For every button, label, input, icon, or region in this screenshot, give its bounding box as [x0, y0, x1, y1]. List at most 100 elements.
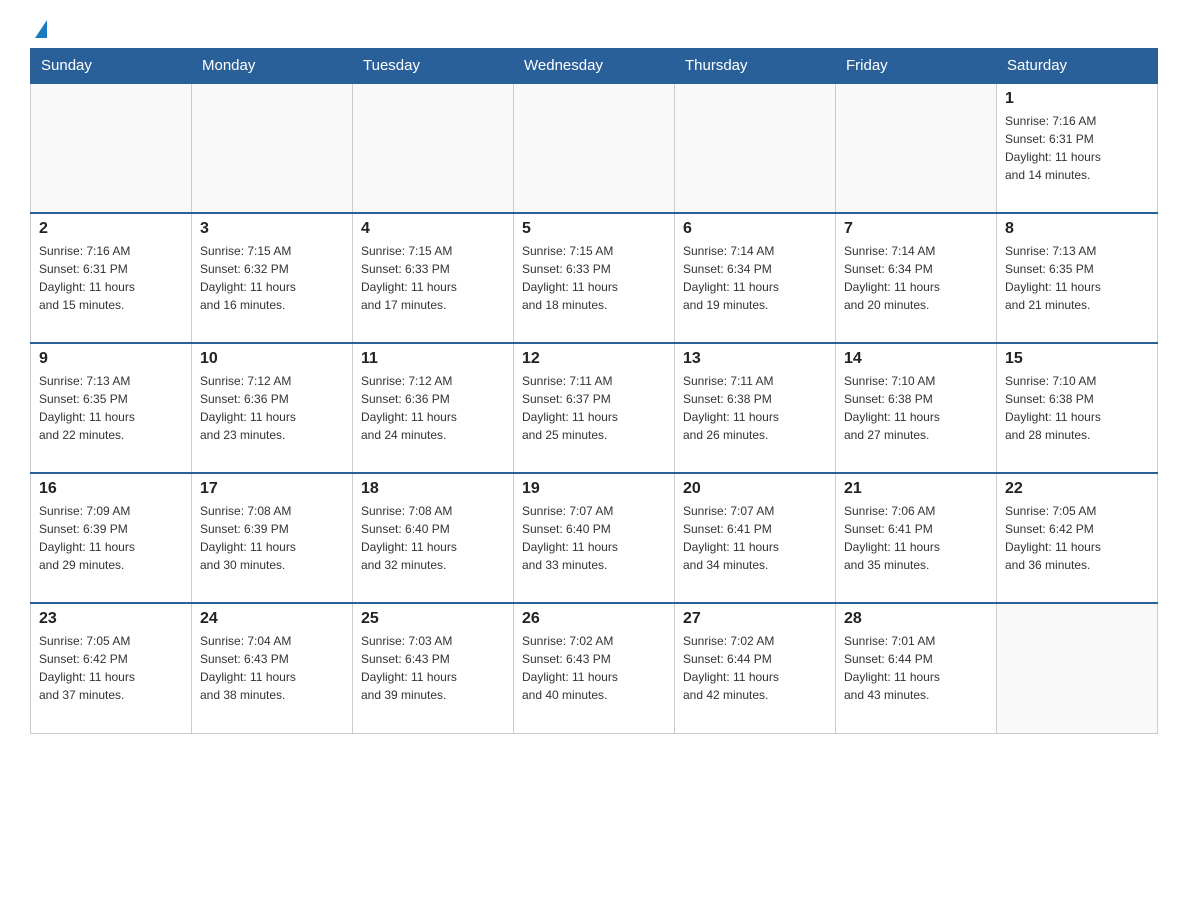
calendar-cell: 25 Sunrise: 7:03 AM Sunset: 6:43 PM Dayli… — [353, 603, 514, 733]
calendar-week-row: 16Sunrise: 7:09 AM Sunset: 6:39 PM Dayli… — [31, 473, 1158, 603]
calendar-cell: 2 Sunrise: 7:16 AM Sunset: 6:31 PM Daylig… — [31, 213, 192, 343]
calendar-cell: 27 Sunrise: 7:02 AM Sunset: 6:44 PM Dayli… — [675, 603, 836, 733]
calendar-cell: 11 Sunrise: 7:12 AM Sunset: 6:36 PM Dayli… — [353, 343, 514, 473]
day-info: Sunrise: 7:04 AM Sunset: 6:43 PM Dayligh… — [200, 632, 344, 704]
calendar-cell: 23 Sunrise: 7:05 AM Sunset: 6:42 PM Dayli… — [31, 603, 192, 733]
calendar-cell: 26 Sunrise: 7:02 AM Sunset: 6:43 PM Dayli… — [514, 603, 675, 733]
day-number: 11 — [361, 350, 505, 368]
calendar-cell — [675, 83, 836, 213]
day-number: 13 — [683, 350, 827, 368]
day-info: Sunrise: 7:15 AM Sunset: 6:33 PM Dayligh… — [522, 242, 666, 314]
day-info: Sunrise: 7:11 AM Sunset: 6:37 PM Dayligh… — [522, 372, 666, 444]
calendar-week-row: 23 Sunrise: 7:05 AM Sunset: 6:42 PM Dayli… — [31, 603, 1158, 733]
day-info: Sunrise: 7:15 AM Sunset: 6:32 PM Dayligh… — [200, 242, 344, 314]
day-number: 23 — [39, 610, 183, 628]
day-info: Sunrise: 7:08 AM Sunset: 6:39 PM Dayligh… — [200, 502, 344, 574]
logo — [30, 20, 47, 38]
day-info: Sunrise: 7:12 AM Sunset: 6:36 PM Dayligh… — [361, 372, 505, 444]
day-info: Sunrise: 7:11 AM Sunset: 6:38 PM Dayligh… — [683, 372, 827, 444]
calendar-cell — [836, 83, 997, 213]
day-number: 24 — [200, 610, 344, 628]
calendar-week-row: 1Sunrise: 7:16 AM Sunset: 6:31 PM Daylig… — [31, 83, 1158, 213]
calendar-cell: 15 Sunrise: 7:10 AM Sunset: 6:38 PM Dayli… — [997, 343, 1158, 473]
day-info: Sunrise: 7:02 AM Sunset: 6:44 PM Dayligh… — [683, 632, 827, 704]
day-number: 10 — [200, 350, 344, 368]
day-info: Sunrise: 7:09 AM Sunset: 6:39 PM Dayligh… — [39, 502, 183, 574]
calendar-cell — [192, 83, 353, 213]
day-number: 7 — [844, 220, 988, 238]
day-number: 9 — [39, 350, 183, 368]
day-number: 3 — [200, 220, 344, 238]
calendar-cell: 28 Sunrise: 7:01 AM Sunset: 6:44 PM Dayli… — [836, 603, 997, 733]
day-info: Sunrise: 7:05 AM Sunset: 6:42 PM Dayligh… — [39, 632, 183, 704]
day-number: 17 — [200, 480, 344, 498]
day-number: 15 — [1005, 350, 1149, 368]
calendar-cell — [31, 83, 192, 213]
weekday-header-friday: Friday — [836, 49, 997, 84]
weekday-header-saturday: Saturday — [997, 49, 1158, 84]
day-info: Sunrise: 7:14 AM Sunset: 6:34 PM Dayligh… — [844, 242, 988, 314]
calendar-cell: 21 Sunrise: 7:06 AM Sunset: 6:41 PM Dayli… — [836, 473, 997, 603]
calendar-cell — [514, 83, 675, 213]
day-number: 12 — [522, 350, 666, 368]
calendar-cell — [353, 83, 514, 213]
calendar-cell: 7 Sunrise: 7:14 AM Sunset: 6:34 PM Daylig… — [836, 213, 997, 343]
weekday-header-sunday: Sunday — [31, 49, 192, 84]
weekday-header-tuesday: Tuesday — [353, 49, 514, 84]
day-info: Sunrise: 7:10 AM Sunset: 6:38 PM Dayligh… — [1005, 372, 1149, 444]
day-info: Sunrise: 7:05 AM Sunset: 6:42 PM Dayligh… — [1005, 502, 1149, 574]
day-number: 6 — [683, 220, 827, 238]
calendar-week-row: 9 Sunrise: 7:13 AM Sunset: 6:35 PM Daylig… — [31, 343, 1158, 473]
calendar-cell: 13 Sunrise: 7:11 AM Sunset: 6:38 PM Dayli… — [675, 343, 836, 473]
day-number: 8 — [1005, 220, 1149, 238]
calendar-cell: 19 Sunrise: 7:07 AM Sunset: 6:40 PM Dayli… — [514, 473, 675, 603]
calendar-header-row: SundayMondayTuesdayWednesdayThursdayFrid… — [31, 49, 1158, 84]
day-info: Sunrise: 7:16 AM Sunset: 6:31 PM Dayligh… — [1005, 112, 1149, 184]
day-info: Sunrise: 7:03 AM Sunset: 6:43 PM Dayligh… — [361, 632, 505, 704]
day-info: Sunrise: 7:01 AM Sunset: 6:44 PM Dayligh… — [844, 632, 988, 704]
day-info: Sunrise: 7:16 AM Sunset: 6:31 PM Dayligh… — [39, 242, 183, 314]
day-info: Sunrise: 7:07 AM Sunset: 6:41 PM Dayligh… — [683, 502, 827, 574]
day-number: 25 — [361, 610, 505, 628]
day-info: Sunrise: 7:13 AM Sunset: 6:35 PM Dayligh… — [39, 372, 183, 444]
calendar-cell — [997, 603, 1158, 733]
calendar-table: SundayMondayTuesdayWednesdayThursdayFrid… — [30, 48, 1158, 734]
day-number: 2 — [39, 220, 183, 238]
logo-triangle-icon — [35, 20, 47, 38]
day-number: 14 — [844, 350, 988, 368]
calendar-cell: 4 Sunrise: 7:15 AM Sunset: 6:33 PM Daylig… — [353, 213, 514, 343]
calendar-cell: 12 Sunrise: 7:11 AM Sunset: 6:37 PM Dayli… — [514, 343, 675, 473]
day-number: 20 — [683, 480, 827, 498]
day-number: 28 — [844, 610, 988, 628]
day-info: Sunrise: 7:12 AM Sunset: 6:36 PM Dayligh… — [200, 372, 344, 444]
day-number: 4 — [361, 220, 505, 238]
calendar-cell: 14 Sunrise: 7:10 AM Sunset: 6:38 PM Dayli… — [836, 343, 997, 473]
day-number: 22 — [1005, 480, 1149, 498]
day-info: Sunrise: 7:13 AM Sunset: 6:35 PM Dayligh… — [1005, 242, 1149, 314]
day-info: Sunrise: 7:02 AM Sunset: 6:43 PM Dayligh… — [522, 632, 666, 704]
calendar-cell: 18 Sunrise: 7:08 AM Sunset: 6:40 PM Dayli… — [353, 473, 514, 603]
day-info: Sunrise: 7:15 AM Sunset: 6:33 PM Dayligh… — [361, 242, 505, 314]
calendar-cell: 8 Sunrise: 7:13 AM Sunset: 6:35 PM Daylig… — [997, 213, 1158, 343]
day-info: Sunrise: 7:06 AM Sunset: 6:41 PM Dayligh… — [844, 502, 988, 574]
weekday-header-wednesday: Wednesday — [514, 49, 675, 84]
calendar-cell: 10 Sunrise: 7:12 AM Sunset: 6:36 PM Dayli… — [192, 343, 353, 473]
calendar-week-row: 2 Sunrise: 7:16 AM Sunset: 6:31 PM Daylig… — [31, 213, 1158, 343]
day-number: 27 — [683, 610, 827, 628]
day-info: Sunrise: 7:08 AM Sunset: 6:40 PM Dayligh… — [361, 502, 505, 574]
day-number: 18 — [361, 480, 505, 498]
day-number: 21 — [844, 480, 988, 498]
calendar-cell: 3 Sunrise: 7:15 AM Sunset: 6:32 PM Daylig… — [192, 213, 353, 343]
calendar-cell: 20 Sunrise: 7:07 AM Sunset: 6:41 PM Dayli… — [675, 473, 836, 603]
day-info: Sunrise: 7:10 AM Sunset: 6:38 PM Dayligh… — [844, 372, 988, 444]
calendar-cell: 1Sunrise: 7:16 AM Sunset: 6:31 PM Daylig… — [997, 83, 1158, 213]
calendar-cell: 17 Sunrise: 7:08 AM Sunset: 6:39 PM Dayli… — [192, 473, 353, 603]
day-number: 26 — [522, 610, 666, 628]
calendar-cell: 9 Sunrise: 7:13 AM Sunset: 6:35 PM Daylig… — [31, 343, 192, 473]
day-info: Sunrise: 7:07 AM Sunset: 6:40 PM Dayligh… — [522, 502, 666, 574]
calendar-cell: 5 Sunrise: 7:15 AM Sunset: 6:33 PM Daylig… — [514, 213, 675, 343]
day-number: 5 — [522, 220, 666, 238]
page-header — [30, 20, 1158, 38]
day-number: 19 — [522, 480, 666, 498]
calendar-cell: 16Sunrise: 7:09 AM Sunset: 6:39 PM Dayli… — [31, 473, 192, 603]
